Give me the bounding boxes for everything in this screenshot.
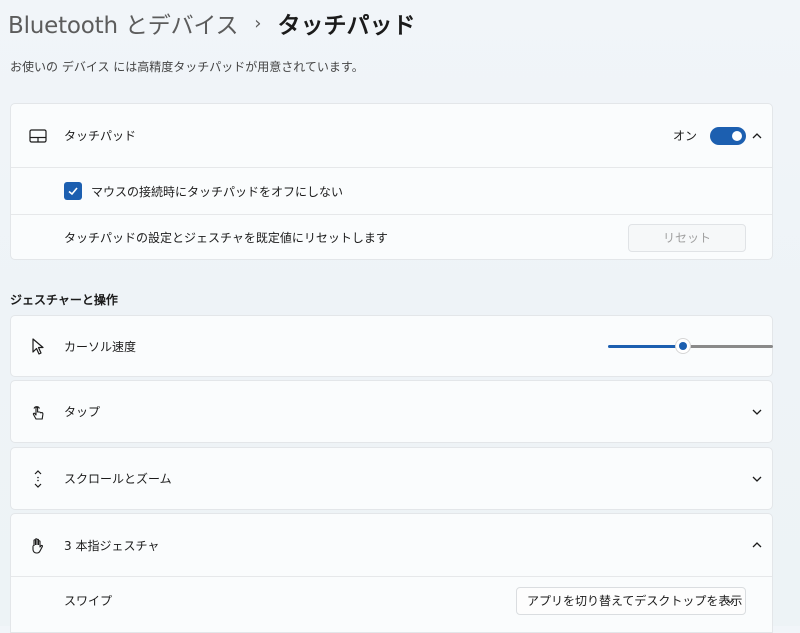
page-title: タッチパッド [277, 13, 416, 39]
reset-description: タッチパッドの設定とジェスチャを既定値にリセットします [64, 231, 388, 245]
slider-fill [608, 345, 680, 348]
scroll-zoom-label: スクロールとズーム [64, 472, 172, 486]
mouse-connected-checkbox[interactable] [64, 182, 82, 200]
swipe-row: スワイプ アプリを切り替えてデスクトップを表示 [11, 576, 772, 624]
three-finger-label: 3 本指ジェスチャ [64, 538, 160, 553]
gestures-section-title: ジェスチャーと操作 [10, 293, 118, 307]
cursor-speed-row: カーソル速度 [11, 316, 773, 376]
touchpad-header-row[interactable]: タッチパッド オン [11, 104, 772, 167]
scroll-arrows-icon [27, 468, 49, 490]
chevron-down-icon[interactable] [748, 403, 766, 421]
slider-track [687, 345, 773, 348]
cursor-arrow-icon [27, 335, 49, 357]
chevron-down-icon[interactable] [748, 470, 766, 488]
check-icon [68, 187, 78, 196]
reset-row: タッチパッドの設定とジェスチャを既定値にリセットします リセット [11, 214, 772, 260]
tap-label: タップ [64, 405, 101, 419]
scroll-zoom-row[interactable]: スクロールとズーム [11, 448, 772, 509]
scroll-zoom-card[interactable]: スクロールとズーム [10, 447, 773, 510]
swipe-select-value: アプリを切り替えてデスクトップを表示 [527, 594, 743, 608]
cursor-speed-card: カーソル速度 [10, 315, 773, 377]
slider-thumb[interactable] [675, 338, 692, 354]
tap-hand-icon [27, 401, 49, 423]
swipe-select[interactable]: アプリを切り替えてデスクトップを表示 [516, 586, 746, 615]
tap-card[interactable]: タップ [10, 380, 773, 443]
hand-icon [27, 534, 49, 556]
checkbox-label[interactable]: マウスの接続時にタッチパッドをオフにしない [91, 183, 343, 200]
touchpad-toggle[interactable] [710, 126, 746, 145]
touchpad-card: タッチパッド オン マウスの接続時にタッチパッドをオフにしない タッチパッドの設… [10, 103, 773, 260]
chevron-down-icon [726, 598, 734, 603]
three-finger-card: 3 本指ジェスチャ スワイプ アプリを切り替えてデスクトップを表示 [10, 513, 773, 633]
chevron-up-icon[interactable] [748, 536, 766, 554]
cursor-speed-slider[interactable] [608, 336, 773, 356]
toggle-state-label: オン [672, 129, 697, 143]
checkbox-row: マウスの接続時にタッチパッドをオフにしない [11, 167, 772, 214]
breadcrumb: Bluetooth とデバイス › タッチパッド [8, 6, 415, 40]
page-subtitle: お使いの デバイス には高精度タッチパッドが用意されています。 [10, 60, 364, 74]
breadcrumb-parent[interactable]: Bluetooth とデバイス [8, 6, 238, 40]
swipe-label: スワイプ [64, 594, 113, 608]
tap-row[interactable]: タップ [11, 381, 772, 442]
cursor-speed-label: カーソル速度 [64, 339, 137, 354]
touchpad-title: タッチパッド [64, 129, 137, 143]
touchpad-icon [27, 125, 49, 147]
three-finger-header-row[interactable]: 3 本指ジェスチャ [11, 514, 772, 576]
reset-button[interactable]: リセット [628, 223, 746, 252]
chevron-up-icon[interactable] [748, 127, 766, 145]
breadcrumb-separator: › [254, 12, 262, 34]
